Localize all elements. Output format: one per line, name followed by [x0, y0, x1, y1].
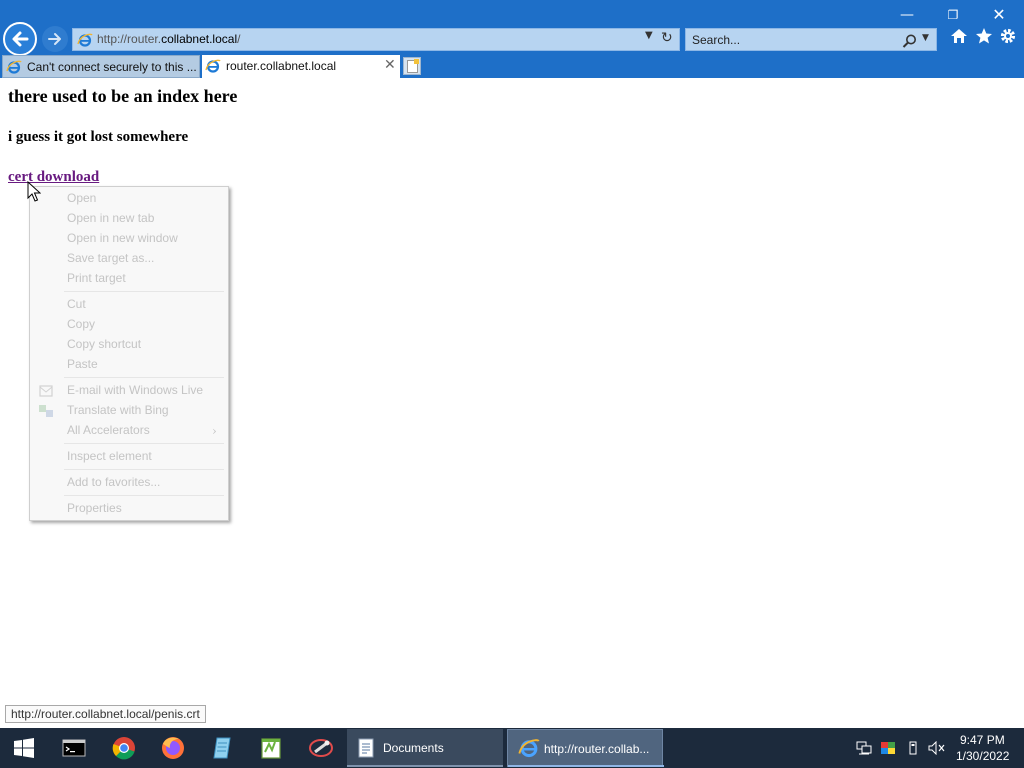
address-url[interactable]: http://router.collabnet.local/: [97, 32, 240, 46]
taskbar-item-label: Documents: [383, 741, 444, 755]
chrome-icon[interactable]: [110, 734, 138, 762]
start-button[interactable]: [0, 728, 48, 768]
cert-download-link[interactable]: cert download: [8, 169, 99, 186]
menu-item-add-to-favorites[interactable]: Add to favorites...: [67, 475, 160, 489]
menu-item-all-accelerators[interactable]: All Accelerators: [67, 423, 150, 437]
menu-separator: [64, 377, 224, 378]
forward-arrow-icon: [48, 33, 61, 45]
windows-live-icon: [38, 383, 54, 399]
menu-item-open-new-tab[interactable]: Open in new tab: [67, 211, 154, 225]
menu-separator: [64, 443, 224, 444]
tab-label: Can't connect securely to this ...: [27, 60, 197, 74]
search-box[interactable]: Search... ▼: [685, 28, 937, 51]
address-bar[interactable]: http://router.collabnet.local/ ▼ ↻: [72, 28, 680, 51]
menu-item-email-windows-live[interactable]: E-mail with Windows Live: [67, 383, 203, 397]
ie-icon: [518, 739, 540, 758]
taskbar-item-internet-explorer[interactable]: http://router.collab...: [507, 729, 664, 767]
firefox-icon[interactable]: [159, 734, 187, 762]
menu-separator: [64, 469, 224, 470]
close-tab-icon[interactable]: ✕: [384, 57, 396, 73]
submenu-arrow-icon: ›: [212, 424, 217, 438]
forward-button[interactable]: [42, 26, 68, 52]
color-app-icon[interactable]: [880, 741, 896, 755]
menu-item-open[interactable]: Open: [67, 191, 96, 205]
menu-separator: [64, 291, 224, 292]
refresh-icon[interactable]: ↻: [661, 30, 673, 46]
document-icon: [358, 738, 374, 758]
new-tab-icon: [407, 59, 419, 73]
context-menu: Open Open in new tab Open in new window …: [29, 186, 229, 521]
menu-item-print-target[interactable]: Print target: [67, 271, 126, 285]
clock-time[interactable]: 9:47 PM: [960, 733, 1005, 747]
network-icon[interactable]: [856, 741, 872, 755]
address-dropdown-icon[interactable]: ▼: [645, 30, 653, 41]
clock-date[interactable]: 1/30/2022: [956, 749, 1009, 763]
back-arrow-icon: [12, 31, 29, 47]
menu-item-translate-bing[interactable]: Translate with Bing: [67, 403, 169, 417]
taskbar-item-documents[interactable]: Documents: [347, 729, 503, 767]
menu-item-save-target[interactable]: Save target as...: [67, 251, 154, 265]
tab-cant-connect[interactable]: Can't connect securely to this ...: [2, 55, 200, 78]
back-button[interactable]: [3, 22, 37, 56]
menu-item-open-new-window[interactable]: Open in new window: [67, 231, 178, 245]
menu-item-paste[interactable]: Paste: [67, 357, 98, 371]
gear-icon[interactable]: [999, 27, 1017, 51]
tab-label: router.collabnet.local: [226, 59, 337, 73]
menu-item-copy-shortcut[interactable]: Copy shortcut: [67, 337, 141, 351]
menu-item-inspect-element[interactable]: Inspect element: [67, 449, 152, 463]
menu-item-cut[interactable]: Cut: [67, 297, 86, 311]
page-subheading: i guess it got lost somewhere: [8, 129, 189, 145]
search-input[interactable]: Search...: [692, 33, 740, 47]
search-icon[interactable]: [902, 30, 918, 53]
ie-page-icon: [205, 58, 221, 74]
new-tab-button[interactable]: [403, 57, 421, 75]
menu-item-copy[interactable]: Copy: [67, 317, 95, 331]
taskbar: Documents http://router.collab... 9:47 P…: [0, 728, 1024, 768]
command-prompt-icon[interactable]: [60, 734, 88, 762]
menu-item-properties[interactable]: Properties: [67, 501, 122, 515]
tool-icon[interactable]: [307, 734, 335, 762]
tab-router[interactable]: router.collabnet.local ✕: [202, 55, 400, 78]
search-dropdown-icon[interactable]: ▼: [922, 33, 929, 43]
ie-page-icon: [6, 59, 22, 75]
volume-muted-icon[interactable]: [928, 740, 945, 756]
mouse-cursor-icon: [27, 181, 41, 202]
bing-translate-icon: [38, 403, 54, 419]
usb-device-icon[interactable]: [905, 741, 921, 755]
taskbar-item-label: http://router.collab...: [544, 742, 650, 756]
page-heading: there used to be an index here: [8, 86, 238, 106]
page-content: there used to be an index here i guess i…: [0, 78, 1024, 728]
windows-logo-icon: [14, 738, 34, 758]
ie-page-icon: [77, 32, 93, 48]
status-url-tooltip: http://router.collabnet.local/penis.crt: [5, 705, 206, 723]
close-window-button[interactable]: ✕: [976, 4, 1022, 26]
menu-separator: [64, 495, 224, 496]
notepad-icon[interactable]: [208, 734, 236, 762]
home-icon[interactable]: [950, 27, 968, 51]
notepad-plus-icon[interactable]: [257, 734, 285, 762]
browser-chrome: — ❐ ✕ http://router.collabnet.local/ ▼ ↻…: [0, 0, 1024, 78]
restore-button[interactable]: ❐: [930, 4, 976, 26]
star-icon[interactable]: [975, 27, 993, 51]
minimize-button[interactable]: —: [884, 4, 930, 26]
